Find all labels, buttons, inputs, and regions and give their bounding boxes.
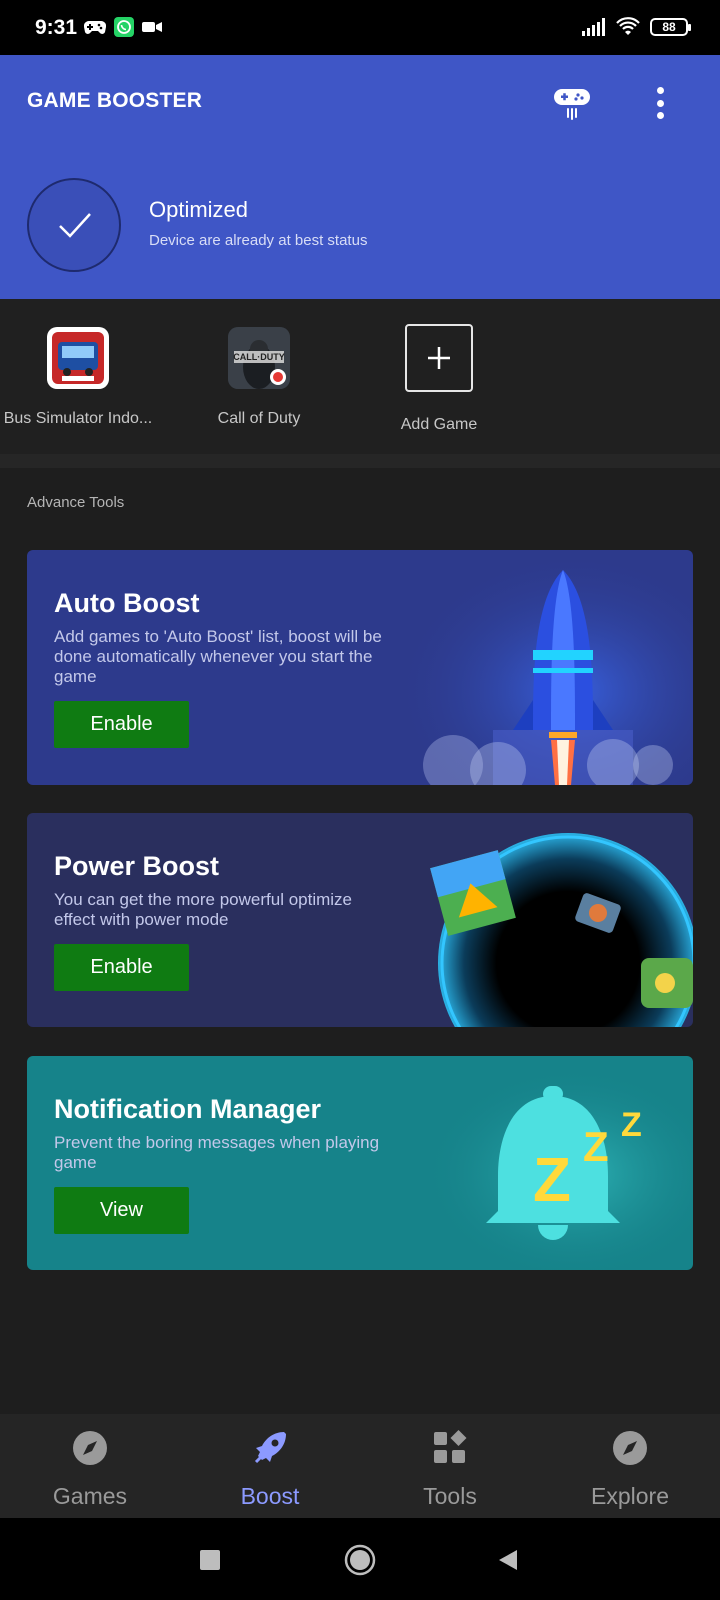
svg-text:Z: Z (583, 1123, 609, 1170)
bottom-navigation: Games Boost Tools Explore (0, 1414, 720, 1518)
nav-label: Tools (423, 1483, 477, 1509)
gamepad-icon (84, 20, 106, 34)
plus-icon (428, 347, 450, 369)
game-item-call-of-duty[interactable]: CALL·DUTY Call of Duty (174, 327, 344, 428)
portal-illustration (430, 833, 693, 1027)
power-boost-enable-button[interactable]: Enable (54, 944, 189, 991)
nav-label: Boost (240, 1483, 300, 1509)
back-button[interactable] (490, 1542, 526, 1578)
wifi-icon (616, 17, 640, 35)
card-description: Prevent the boring messages when playing… (54, 1133, 380, 1172)
battery-icon: 88 (650, 18, 691, 36)
home-circle-icon (344, 1544, 376, 1576)
card-description: You can get the more powerful optimize e… (54, 890, 352, 929)
game-label: Call of Duty (217, 410, 301, 427)
more-dot (656, 87, 664, 94)
game-label: Bus Simulator Indo... (3, 410, 153, 427)
section-title: Advance Tools (27, 494, 125, 511)
card-title: Notification Manager (54, 1094, 322, 1124)
auto-boost-enable-button[interactable]: Enable (54, 701, 189, 748)
header: GAME BOOSTER Optimized Device are alread… (0, 55, 720, 299)
section-divider (0, 454, 720, 468)
square-icon (200, 1550, 220, 1570)
tools-icon (434, 1430, 467, 1463)
nav-item-tools[interactable]: Tools (360, 1428, 540, 1510)
nav-item-games[interactable]: Games (0, 1428, 180, 1510)
more-dot (656, 99, 664, 107)
recents-button[interactable] (192, 1542, 228, 1578)
compass-icon (613, 1431, 647, 1465)
card-description: Add games to 'Auto Boost' list, boost wi… (54, 627, 382, 686)
status-bar: 9:31 88 (0, 0, 720, 55)
notification-manager-card[interactable]: Z Z Z Notification Manager Prevent the b… (27, 1056, 693, 1270)
auto-boost-card[interactable]: Auto Boost Add games to 'Auto Boost' lis… (27, 550, 693, 785)
status-title: Optimized (149, 197, 249, 222)
status-right-icons: 88 (582, 17, 691, 37)
signal-icon (582, 18, 605, 36)
home-button[interactable] (342, 1542, 378, 1578)
add-game-box (405, 324, 473, 392)
whatsapp-icon (114, 17, 134, 37)
status-time: 9:31 (35, 16, 78, 39)
nav-label: Games (52, 1483, 128, 1509)
rocket-icon (254, 1432, 286, 1464)
nav-item-boost[interactable]: Boost (180, 1428, 360, 1510)
bell-illustration: Z Z Z (393, 1056, 693, 1270)
status-left-icons (84, 17, 162, 37)
rocket-illustration (393, 550, 693, 785)
gamepad-icon (554, 89, 590, 120)
card-title: Auto Boost (54, 588, 200, 618)
notification-manager-view-button[interactable]: View (54, 1187, 189, 1234)
games-row: Bus Simulator Indo... CALL·DUTY Call of … (0, 299, 720, 454)
svg-text:CALL·DUTY: CALL·DUTY (233, 352, 285, 362)
checkmark-icon (59, 213, 91, 238)
back-triangle-icon (499, 1550, 517, 1570)
system-navigation-bar (0, 1518, 720, 1600)
svg-text:Z: Z (533, 1146, 571, 1215)
video-icon (142, 22, 162, 32)
app-title: GAME BOOSTER (27, 89, 203, 112)
controller-button[interactable] (552, 83, 592, 123)
optimized-status-circle[interactable] (27, 178, 121, 272)
nav-label: Explore (591, 1483, 669, 1509)
game-item-bus-simulator[interactable]: Bus Simulator Indo... (0, 327, 163, 428)
power-boost-card[interactable]: Power Boost You can get the more powerfu… (27, 813, 693, 1027)
status-subtitle: Device are already at best status (149, 232, 368, 249)
compass-icon (73, 1431, 107, 1465)
game-label: Add Game (400, 416, 478, 433)
add-game-button[interactable]: Add Game (354, 324, 524, 434)
more-options-button[interactable] (648, 85, 672, 121)
card-title: Power Boost (54, 851, 220, 881)
svg-text:Z: Z (621, 1106, 642, 1144)
bus-simulator-icon (47, 327, 109, 389)
nav-item-explore[interactable]: Explore (540, 1428, 720, 1510)
more-dot (656, 112, 664, 119)
call-of-duty-icon: CALL·DUTY (228, 327, 290, 389)
